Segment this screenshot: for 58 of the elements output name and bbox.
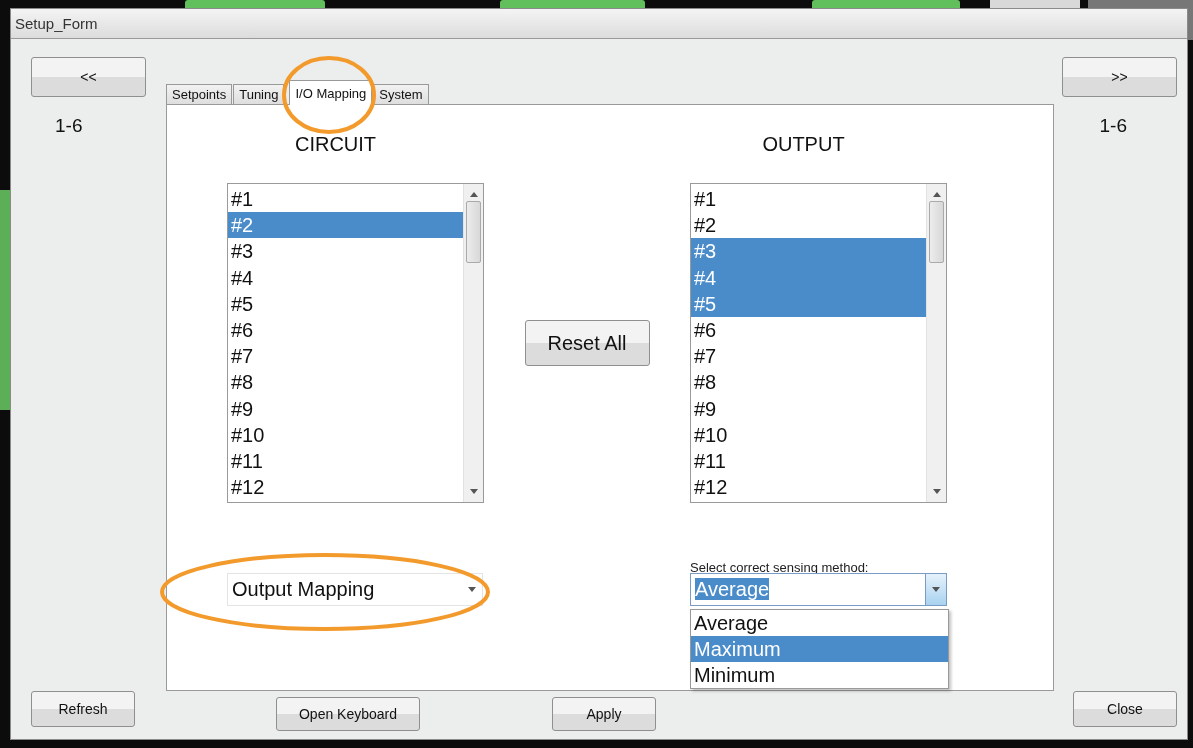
range-label: 1-6 [55,115,83,137]
scroll-up-icon [932,192,941,197]
next-button[interactable]: >> [1062,57,1177,97]
list-item[interactable]: #9 [691,395,926,422]
list-item[interactable]: #6 [228,316,463,344]
list-item[interactable]: #7 [228,343,463,370]
tab[interactable]: Setpoints [166,84,233,105]
range-label: 1-6 [1099,115,1127,137]
list-item[interactable]: #5 [691,290,926,317]
scroll-down-icon [932,489,941,494]
scroll-thumb[interactable] [466,201,481,263]
list-item[interactable]: #5 [228,290,463,317]
apply-button[interactable]: Apply [552,697,656,731]
list-item[interactable]: #4 [228,264,463,291]
previous-button[interactable]: << [31,57,146,97]
caret-icon [468,587,476,592]
list-item[interactable]: #9 [228,395,463,422]
list-item[interactable]: #7 [691,343,926,370]
list-item[interactable]: #6 [691,316,926,344]
mapping-dropdown[interactable]: Output Mapping [227,573,483,606]
sensing-dropdown[interactable]: Average [690,573,947,606]
close-button[interactable]: Close [1073,691,1177,727]
sensing-label: Select correct sensing method: [690,560,870,573]
tab[interactable]: I/O Mapping [289,80,373,105]
scrollbar[interactable] [463,184,483,502]
list-item[interactable]: #10 [228,421,463,448]
dropdown-option[interactable]: Minimum [691,662,948,688]
list-item[interactable]: #8 [691,369,926,396]
dropdown-option[interactable]: Average [691,610,948,636]
list-item[interactable]: #4 [691,264,926,291]
list-box[interactable]: #1 #2 #3 #4 #5 #6 #7 #8 #9 #10 #11 #12 [227,183,484,503]
list-box[interactable]: #1 #2 #3 #4 #5 #6 #7 #8 #9 #10 #11 #12 [690,183,947,503]
scroll-down-icon [469,489,478,494]
list-item[interactable]: #3 [691,238,926,265]
output-heading: OUTPUT [762,132,845,156]
open-keyboard-button[interactable]: Open Keyboard [276,697,420,731]
reset-all-button[interactable]: Reset All [524,320,650,366]
scroll-thumb[interactable] [929,201,944,263]
list-item[interactable]: #2 [691,212,926,239]
tab[interactable]: Tuning [233,84,285,105]
refresh-button[interactable]: Refresh [31,691,135,727]
list-item[interactable]: #1 [228,186,463,213]
scroll-up-icon [469,192,478,197]
list-item[interactable]: #12 [228,474,463,501]
list-item[interactable]: #8 [228,369,463,396]
list-item[interactable]: #11 [691,447,926,475]
scrollbar[interactable] [926,184,946,502]
list-item[interactable]: #11 [228,447,463,475]
list-item[interactable]: #3 [228,238,463,265]
list-item[interactable]: #12 [691,474,926,501]
circuit-heading: CIRCUIT [294,132,377,156]
caret-icon [932,587,940,592]
tab[interactable]: System [373,84,429,105]
window-title: Setup_Form [15,15,98,32]
list-item[interactable]: #10 [691,421,926,448]
dropdown-option[interactable]: Maximum [691,636,948,662]
list-item[interactable]: #1 [691,186,926,213]
list-item[interactable]: #2 [228,212,463,239]
